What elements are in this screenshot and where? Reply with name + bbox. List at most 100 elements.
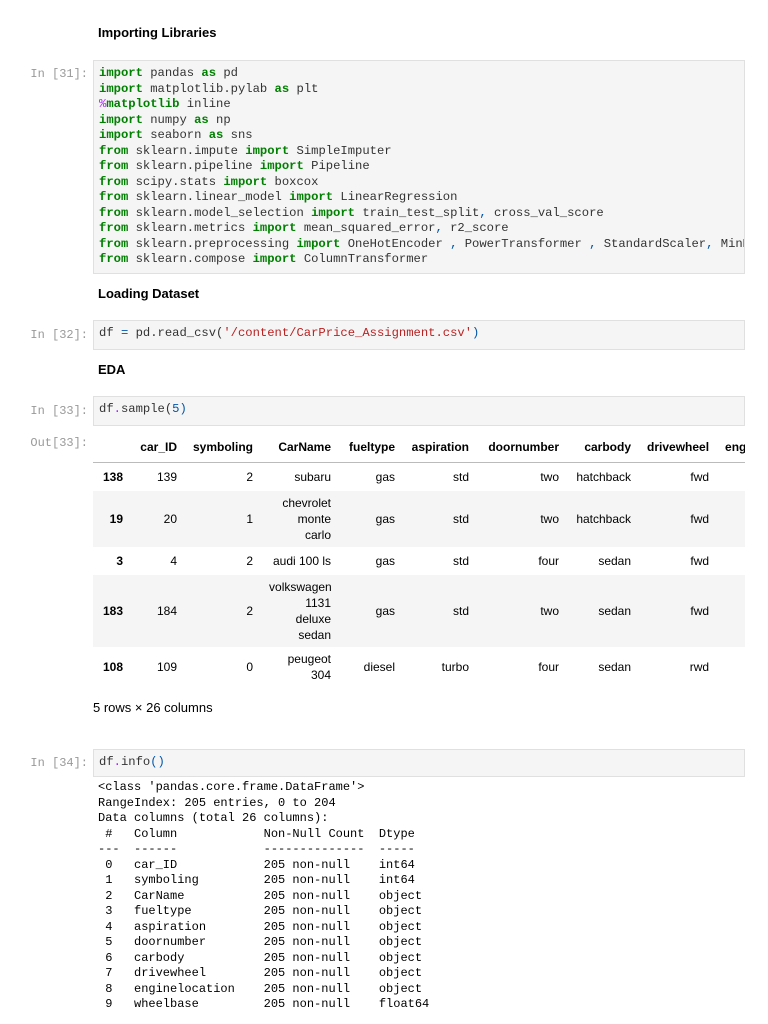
code-token: df <box>99 326 121 340</box>
output-line: 1 symboling 205 non-null int64 <box>98 873 430 887</box>
table-cell: 109 <box>156 660 177 674</box>
code-line: df.info() <box>99 755 739 771</box>
code-line: from sklearn.model_selection import trai… <box>99 206 739 222</box>
code-token: from <box>99 252 129 266</box>
code-token: pd <box>216 66 238 80</box>
table-cell: std <box>453 604 470 618</box>
table-cell: 2 <box>246 604 254 618</box>
code-token: r2_score <box>442 221 509 235</box>
column-header: CarName <box>261 432 340 463</box>
prompt-out-33: Out[33]: <box>30 436 88 450</box>
prompt-in-31: In [31]: <box>30 67 88 81</box>
table-cell: two <box>540 470 560 484</box>
table-row: 3 4 2 audi 100 ls gas std four sedan fwd front <box>93 547 745 575</box>
table-cell: gas <box>375 604 396 618</box>
code-editor[interactable]: df.info() <box>94 750 744 776</box>
code-token: from <box>99 190 129 204</box>
column-header: car_ID <box>131 432 185 463</box>
code-token: StandardScaler <box>596 236 707 251</box>
table-cell: 1 <box>246 512 254 526</box>
code-token: info <box>120 755 151 769</box>
table-cell: std <box>453 554 470 568</box>
code-cell-34[interactable]: df.info() <box>93 749 745 777</box>
prompt-in-34: In [34]: <box>30 756 88 770</box>
table-cell: fwd <box>690 554 710 568</box>
code-token: import <box>99 128 143 142</box>
code-token: PowerTransformer <box>457 236 590 251</box>
code-token: import <box>289 190 334 204</box>
code-token: mean_squared_error <box>296 221 436 235</box>
output-line: 7 drivewheel 205 non-null object <box>98 966 430 980</box>
code-line: from sklearn.pipeline import Pipeline <box>99 159 739 175</box>
code-line: from scipy.stats import boxcox <box>99 175 739 191</box>
output-line: 0 car_ID 205 non-null int64 <box>98 857 430 872</box>
output-line: 2 CarName 205 non-null object <box>98 888 430 903</box>
code-token: scipy.stats <box>128 174 224 189</box>
output-line: --- ------ -------------- ----- <box>98 842 430 856</box>
table-cell: fwd <box>690 512 710 526</box>
code-token: import <box>99 66 143 80</box>
code-token: () <box>150 755 165 769</box>
code-token: sklearn.pipeline <box>128 159 260 173</box>
table-row: 108 109 0 peugeot 304 diesel turbo four sedan rw… <box>93 647 745 687</box>
code-token: sklearn.impute <box>128 143 246 158</box>
output-line: 8 enginelocation 205 non-null object <box>98 981 430 996</box>
code-cell-31[interactable]: import pandas as pd import matplotlib.pyl… <box>93 60 745 274</box>
code-editor[interactable]: import pandas as pd import matplotlib.pyl… <box>94 61 744 273</box>
table-cell: fwd <box>690 470 710 484</box>
table-cell: 20 <box>163 512 177 526</box>
table-row: 183 184 2 volkswagen 1131 deluxe sedan gas st… <box>93 575 745 647</box>
code-token: ColumnTransformer <box>296 252 429 266</box>
output-line: <class 'pandas.core.frame.DataFrame'> <box>98 780 365 794</box>
code-token: df <box>99 755 114 769</box>
code-token: import <box>296 236 341 251</box>
code-cell-32[interactable]: df = pd.read_csv('/content/CarPrice_Assi… <box>93 320 745 350</box>
code-token: plt <box>289 81 319 96</box>
row-index: 183 <box>102 604 123 618</box>
output-line: Data columns (total 26 columns): <box>98 811 329 825</box>
table-cell: front <box>717 547 745 575</box>
code-token: as <box>201 66 217 80</box>
row-index: 3 <box>116 554 123 568</box>
table-cell: chevrolet monte carlo <box>282 496 332 542</box>
code-token: cross_val_score <box>486 205 604 220</box>
code-cell-33[interactable]: df.sample(5) <box>93 396 745 426</box>
column-header: enginelocation <box>717 432 745 463</box>
code-editor[interactable]: df.sample(5) <box>94 397 744 423</box>
table-cell: sedan <box>598 660 632 674</box>
table-cell: 0 <box>246 660 254 674</box>
code-editor[interactable]: df = pd.read_csv('/content/CarPrice_Assi… <box>94 321 744 347</box>
table-cell: front <box>717 575 745 647</box>
table-cell: 184 <box>156 604 177 618</box>
code-token: . <box>113 402 121 416</box>
table-cell: front <box>717 491 745 547</box>
code-token: import <box>245 143 290 158</box>
code-token: as <box>194 112 209 127</box>
code-token: Pipeline <box>303 159 370 173</box>
code-token: as <box>208 128 224 142</box>
table-cell: volkswagen 1131 deluxe sedan <box>269 580 332 642</box>
code-token: ) <box>472 326 480 340</box>
code-line: from sklearn.preprocessing import OneHot… <box>99 236 744 253</box>
table-row: 19 20 1 chevrolet monte carlo gas std two hatch… <box>93 491 745 547</box>
table-cell: turbo <box>441 660 470 674</box>
code-line: import seaborn as sns <box>99 128 739 144</box>
code-token: from <box>99 174 129 189</box>
code-token: MinMaxScaler <box>720 236 744 251</box>
code-line: from sklearn.compose import ColumnTransf… <box>99 252 739 268</box>
output-line: # Column Non-Null Count Dtype <box>98 826 430 841</box>
dataframe-output: car_ID symboling CarName fueltype aspiration… <box>93 432 745 688</box>
code-token: import <box>259 159 304 173</box>
code-token: as <box>274 81 290 96</box>
column-header: carbody <box>567 432 640 463</box>
code-token: sklearn.model_selection <box>128 205 312 220</box>
prompt-in-33: In [33]: <box>30 404 88 418</box>
row-index: 138 <box>102 470 123 484</box>
code-token: df <box>99 402 114 416</box>
table-cell: audi 100 ls <box>272 554 332 568</box>
heading-importing-libraries: Importing Libraries <box>98 25 217 40</box>
code-token: 5 <box>172 402 180 416</box>
table-row: 138 139 2 subaru gas std two hatchback fwd front <box>93 462 745 491</box>
code-token: import <box>252 252 297 266</box>
code-token: sns <box>223 128 253 142</box>
